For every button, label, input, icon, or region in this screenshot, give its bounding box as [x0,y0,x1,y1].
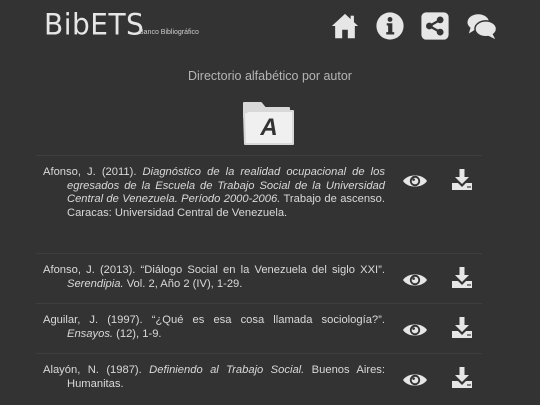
entry-actions [402,156,482,253]
header: BibETS Banco Bibliográfico [0,0,540,56]
download-icon[interactable] [450,266,474,290]
download-icon[interactable] [450,316,474,340]
list-item: Afonso, J. (2013). “Diálogo Social en la… [36,253,482,303]
bibliography-list: Afonso, J. (2011). Diagnóstico de la rea… [36,155,482,403]
eye-icon[interactable] [402,371,428,389]
current-letter: A [260,114,278,141]
reference-text: Alayón, N. (1987). Definiendo al Trabajo… [43,364,385,390]
entry-actions [402,254,482,303]
eye-icon[interactable] [402,321,428,339]
eye-icon[interactable] [402,271,428,289]
list-item: Aguilar, J. (1997). “¿Qué es esa cosa ll… [36,303,482,353]
share-icon[interactable] [420,11,450,41]
download-icon[interactable] [450,168,474,192]
list-item: Afonso, J. (2011). Diagnóstico de la rea… [36,155,482,253]
download-icon[interactable] [450,366,474,390]
reference-text: Afonso, J. (2011). Diagnóstico de la rea… [43,166,385,219]
eye-icon[interactable] [402,172,428,190]
page-subtitle: Directorio alfabético por autor [188,69,352,83]
reference-text: Aguilar, J. (1997). “¿Qué es esa cosa ll… [43,314,385,340]
entry-actions [402,304,482,353]
letter-folder-icon: A [241,97,297,147]
entry-actions [402,354,482,403]
home-icon[interactable] [330,11,360,41]
site-logo[interactable]: BibETS [44,7,144,42]
list-item: Alayón, N. (1987). Definiendo al Trabajo… [36,353,482,403]
info-icon[interactable] [375,11,405,41]
reference-text: Afonso, J. (2013). “Diálogo Social en la… [43,264,385,290]
site-logo-subtitle: Banco Bibliográfico [139,29,199,36]
chat-icon[interactable] [465,11,499,41]
